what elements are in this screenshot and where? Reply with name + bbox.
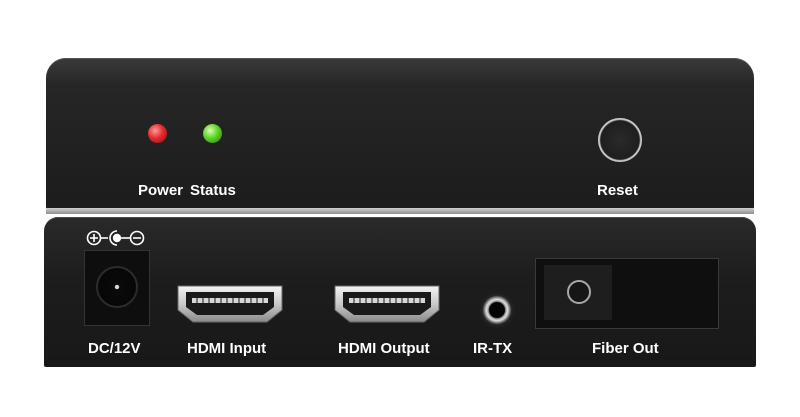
front-panel-rail bbox=[46, 208, 754, 214]
polarity-symbol-icon bbox=[86, 230, 145, 246]
reset-button[interactable] bbox=[598, 118, 642, 162]
hdmi-input-port-icon bbox=[177, 285, 283, 323]
ir-tx-label: IR-TX bbox=[473, 340, 513, 357]
dc-12v-label: DC/12V bbox=[88, 340, 141, 357]
fiber-out-label: Fiber Out bbox=[592, 340, 659, 357]
device-illustration: Power Status Reset DC/12V HDMI Input HDM… bbox=[0, 0, 800, 417]
hdmi-output-label: HDMI Output bbox=[338, 340, 430, 357]
hdmi-output-port-icon bbox=[334, 285, 440, 323]
status-led-icon bbox=[203, 124, 222, 143]
dc-power-socket-icon bbox=[96, 266, 138, 308]
hdmi-input-label: HDMI Input bbox=[187, 340, 267, 357]
power-led-icon bbox=[148, 124, 167, 143]
status-label: Status bbox=[190, 182, 236, 199]
reset-label: Reset bbox=[597, 182, 638, 199]
power-label: Power bbox=[138, 182, 184, 199]
fiber-port-icon bbox=[567, 280, 591, 304]
ir-tx-jack-icon bbox=[479, 292, 515, 328]
